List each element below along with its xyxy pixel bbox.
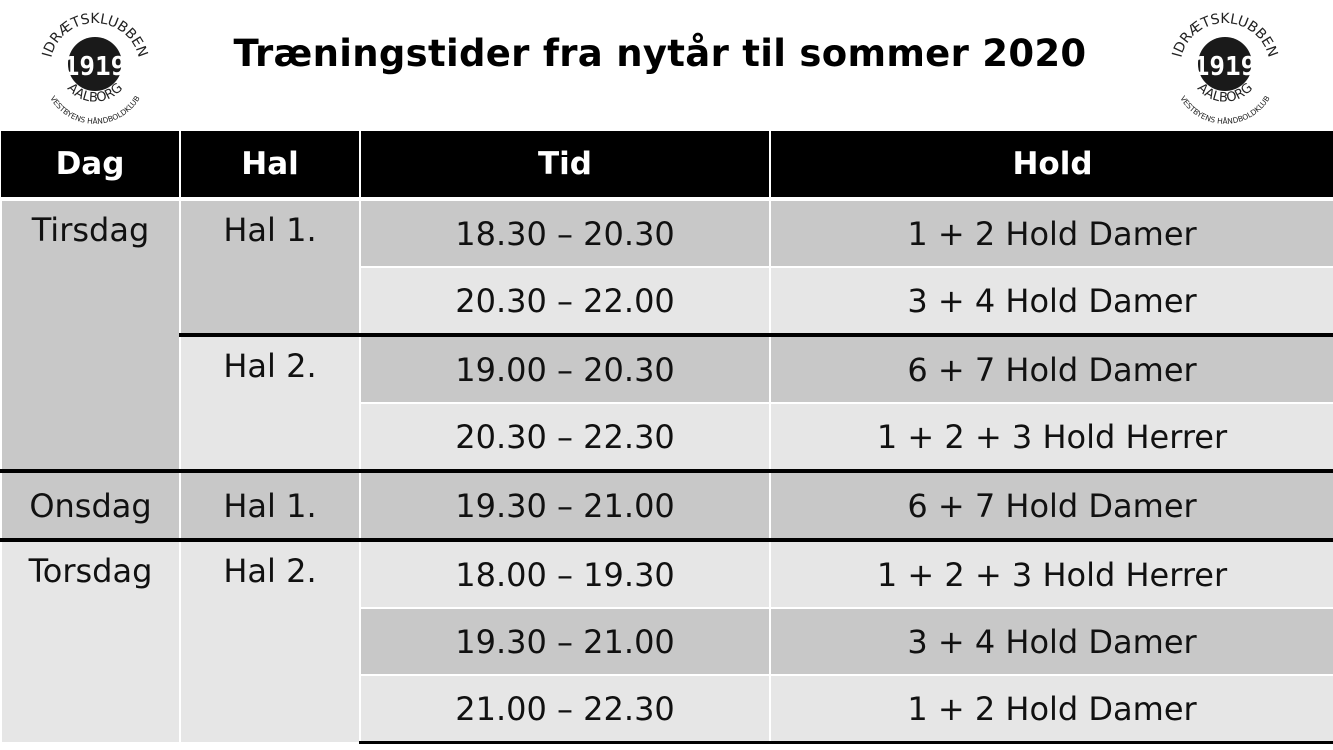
team-cell: 1 + 2 + 3 Hold Herrer xyxy=(769,538,1333,609)
header-team: Hold xyxy=(769,131,1333,199)
hall-cell: Hal 2. xyxy=(179,333,361,472)
time-cell: 18.30 – 20.30 xyxy=(359,197,771,268)
team-cell: 6 + 7 Hold Damer xyxy=(769,333,1333,404)
time-cell: 18.00 – 19.30 xyxy=(359,538,771,609)
table-row: Torsdag Hal 2. 18.00 – 19.30 1 + 2 + 3 H… xyxy=(0,538,1333,744)
team-cell: 1 + 2 Hold Damer xyxy=(769,674,1333,744)
team-cell: 1 + 2 + 3 Hold Herrer xyxy=(769,402,1333,472)
table-row: Onsdag Hal 1. 19.30 – 21.00 6 + 7 Hold D… xyxy=(0,469,1333,541)
header-hall: Hal xyxy=(179,131,360,199)
schedule-table: Dag Hal Tid Hold Tirsdag Hal 1. 18.30 – … xyxy=(0,131,1333,744)
time-cell: 19.00 – 20.30 xyxy=(359,333,771,404)
time-cell: 20.30 – 22.30 xyxy=(359,402,771,472)
team-cell: 3 + 4 Hold Damer xyxy=(769,266,1333,336)
time-cell: 19.30 – 21.00 xyxy=(359,469,771,541)
svg-text:1919: 1919 xyxy=(1194,52,1257,82)
day-cell: Tirsdag xyxy=(0,197,181,472)
page-title: Træningstider fra nytår til sommer 2020 xyxy=(233,32,1087,75)
club-logo-left: 1919 IDRÆTSKLUBBEN AALBORG VESTBYENS HÅN… xyxy=(40,11,151,126)
day-cell: Torsdag xyxy=(0,538,181,744)
header-time: Tid xyxy=(359,131,770,199)
team-cell: 1 + 2 Hold Damer xyxy=(769,197,1333,268)
team-cell: 6 + 7 Hold Damer xyxy=(769,469,1333,541)
table-row: Tirsdag Hal 1. 18.30 – 20.30 1 + 2 Hold … xyxy=(0,197,1333,472)
time-cell: 21.00 – 22.30 xyxy=(359,674,771,744)
club-logo-right: 1919 IDRÆTSKLUBBEN AALBORG VESTBYENS HÅN… xyxy=(1170,11,1281,126)
hall-cell: Hal 1. xyxy=(179,469,361,541)
team-cell: 3 + 4 Hold Damer xyxy=(769,607,1333,676)
hall-cell: Hal 1. xyxy=(179,197,361,336)
time-cell: 20.30 – 22.00 xyxy=(359,266,771,336)
day-cell: Onsdag xyxy=(0,469,181,541)
header-row: Dag Hal Tid Hold xyxy=(1,131,1333,199)
svg-text:1919: 1919 xyxy=(64,52,127,82)
hall-cell: Hal 2. xyxy=(179,538,361,744)
time-cell: 19.30 – 21.00 xyxy=(359,607,771,676)
header-day: Dag xyxy=(1,131,180,199)
table-row: Hal 2. 19.00 – 20.30 6 + 7 Hold Damer xyxy=(1,333,1333,472)
